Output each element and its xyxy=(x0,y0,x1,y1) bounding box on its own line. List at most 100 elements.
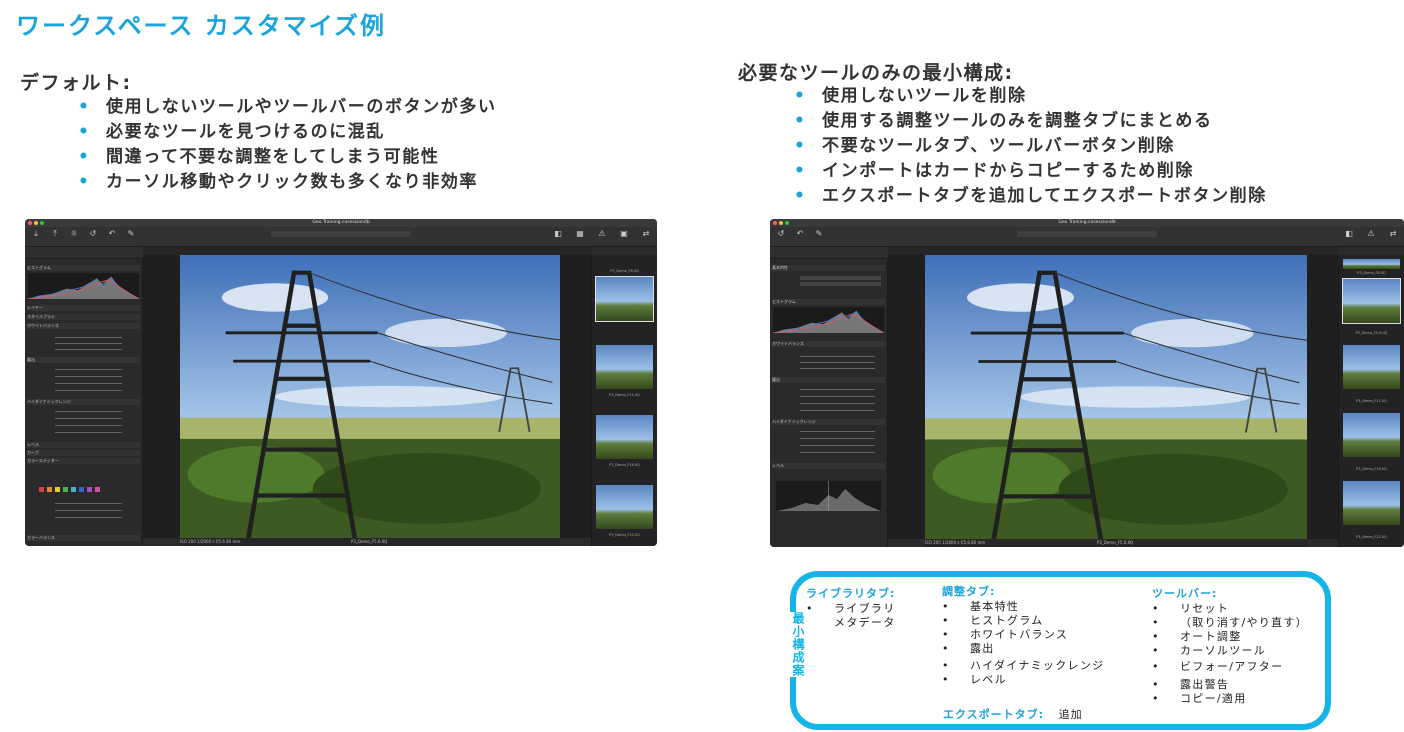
thumbnail[interactable] xyxy=(1343,345,1400,389)
import-icon[interactable]: ⤓ xyxy=(31,230,41,238)
tool-histogram[interactable]: ヒストグラム xyxy=(27,265,140,271)
viewer-toolbar xyxy=(888,247,1338,255)
tool-exposure[interactable]: 露出 xyxy=(772,377,885,383)
adjust-tab-heading: 調整タブ: xyxy=(942,585,996,598)
exposure-warning-icon[interactable]: ⚠ xyxy=(597,230,607,238)
thumbnail-label: P3_Demo_F16.IIQ xyxy=(609,463,640,467)
exposure-warning-icon[interactable]: ⚠ xyxy=(1366,230,1376,238)
list-item: • インポートはカードからコピーするため削除 xyxy=(794,161,1194,181)
photo-filename: P3_Demo_F5.6.IIQ xyxy=(1096,540,1134,545)
export-tab-value: 追加 xyxy=(1058,708,1083,721)
list-item: • カーソル移動やクリック数も多くなり非効率 xyxy=(78,172,478,192)
image-viewer[interactable] xyxy=(143,255,591,538)
list-item: • ハイダイナミックレンジ xyxy=(942,659,1105,672)
default-heading: デフォルト: xyxy=(20,72,132,94)
thumbnail-label: P3_Demo_F5.6.IIQ xyxy=(1355,331,1388,335)
thumbnail[interactable] xyxy=(596,415,653,459)
window-titlebar: Geo Training.cosessiondb xyxy=(25,219,657,227)
tool-levels[interactable]: レベル xyxy=(772,463,885,469)
thumbnail-label: P3_Demo_F8.IIQ xyxy=(610,269,639,273)
photo-info: ISO 200 1/2000 s f/5.6 80 mm xyxy=(925,540,986,545)
app-screenshot-default: Geo Training.cosessiondb ⤓ ⤒ ☼ ↺ ↶ ✎ ◧ ▦… xyxy=(25,219,657,546)
tool-white-balance[interactable]: ホワイトバランス xyxy=(772,341,885,347)
tool-exposure[interactable]: 露出 xyxy=(27,357,140,363)
auto-adjust-icon[interactable]: ✎ xyxy=(126,230,136,238)
list-item: • 露出警告 xyxy=(1152,678,1230,691)
app-screenshot-minimal: Geo Training.cosessiondb ↺ ↶ ✎ ◧ ⚠ ⇄ 基本特… xyxy=(770,219,1404,547)
list-item: メタデータ xyxy=(834,616,896,629)
list-item: • 使用しないツールを削除 xyxy=(794,86,1027,106)
histogram xyxy=(28,273,139,299)
list-item: • 間違って不要な調整をしてしまう可能性 xyxy=(78,147,440,167)
thumbnail[interactable] xyxy=(1343,413,1400,457)
tool-layers[interactable]: レイヤー xyxy=(27,305,140,311)
grid-icon[interactable]: ▦ xyxy=(575,230,585,238)
filmstrip: P3_Demo_F8.IIQ P3_Demo_F5.6.IIQ P3_Demo_… xyxy=(1338,255,1404,547)
tool-curve[interactable]: カーブ xyxy=(27,450,140,456)
cursor-tools[interactable] xyxy=(1017,231,1157,237)
before-after-icon[interactable]: ◧ xyxy=(1344,230,1354,238)
thumbnail-label: P3_Demo_F16.IIQ xyxy=(1356,467,1387,471)
library-tab-column: ライブラリタブ: • ライブラリ メタデータ xyxy=(806,585,896,630)
adjust-tab-column: 調整タブ: • 基本特性 • ヒストグラム • ホワイトバランス • 露出 • ハイダイナ… xyxy=(942,583,1104,687)
list-item: • コピー/適用 xyxy=(1152,692,1247,705)
print-icon[interactable]: ▣ xyxy=(619,230,629,238)
window-title: Geo Training.cosessiondb xyxy=(312,220,370,225)
thumbnail[interactable] xyxy=(596,345,653,389)
tool-panel: 基本特性 ヒストグラム ホワイトバランス 露出 ハイダイナミックレンジ レベル xyxy=(770,259,888,547)
viewer-footer: ISO 200 1/2000 s f/5.6 80 mm P3_Demo_F5.… xyxy=(180,538,560,546)
list-item: • （取り消す/やり直す） xyxy=(1152,616,1309,629)
toolbar: ↺ ↶ ✎ ◧ ⚠ ⇄ xyxy=(770,227,1404,247)
thumbnail-label: P3_Demo_F22.IIQ xyxy=(609,533,640,537)
undo-icon[interactable]: ↶ xyxy=(795,230,805,238)
export-tab-label: エクスポートタブ: xyxy=(943,708,1045,721)
thumbnail[interactable] xyxy=(1343,481,1400,525)
tool-hdr[interactable]: ハイダイナミックレンジ xyxy=(27,399,140,405)
list-item: • ライブラリ xyxy=(806,602,896,615)
before-after-icon[interactable]: ◧ xyxy=(553,230,563,238)
default-bullets: • 使用しないツールやツールバーのボタンが多い • 必要なツールを見つけるのに混乱 … xyxy=(78,95,497,195)
color-swatches[interactable] xyxy=(39,487,100,492)
viewer-footer: ISO 200 1/2000 s f/5.6 80 mm P3_Demo_F5.… xyxy=(925,539,1307,547)
copy-apply-icon[interactable]: ⇄ xyxy=(1388,230,1398,238)
thumbnail[interactable] xyxy=(1342,278,1401,324)
undo-icon[interactable]: ↶ xyxy=(107,230,117,238)
list-item: • ヒストグラム xyxy=(942,614,1044,627)
toolbar-column: ツールバー: • リセット • （取り消す/やり直す） • オート調整 • カーソルツー… xyxy=(1152,585,1308,706)
window-titlebar: Geo Training.cosessiondb xyxy=(770,219,1404,227)
levels-histogram xyxy=(776,481,881,511)
copy-apply-icon[interactable]: ⇄ xyxy=(641,230,651,238)
tool-tabs[interactable] xyxy=(770,247,888,259)
thumbnail[interactable] xyxy=(596,485,653,529)
photo-power-tower xyxy=(180,255,560,538)
list-item: • ビフォー/アフター xyxy=(1152,660,1284,673)
image-viewer[interactable] xyxy=(888,255,1338,539)
export-icon[interactable]: ⤒ xyxy=(50,230,60,238)
reset-icon[interactable]: ↺ xyxy=(88,230,98,238)
tool-color-editor[interactable]: カラーエディター xyxy=(27,458,140,464)
toolbar-heading: ツールバー: xyxy=(1152,587,1218,600)
list-item: • 基本特性 xyxy=(942,600,1020,613)
tool-style-brush[interactable]: スタイルブラシ xyxy=(27,314,140,320)
list-item: • リセット xyxy=(1152,602,1230,615)
list-item: • 使用する調整ツールのみを調整タブにまとめる xyxy=(794,111,1213,131)
tool-histogram[interactable]: ヒストグラム xyxy=(772,299,885,305)
list-item: • エクスポートタブを追加してエクスポートボタン削除 xyxy=(794,186,1267,206)
cursor-tools[interactable] xyxy=(271,231,411,237)
auto-adjust-icon[interactable]: ✎ xyxy=(814,230,824,238)
list-item: • カーソルツール xyxy=(1152,644,1267,657)
thumbnail-label: P3_Demo_F11.IIQ xyxy=(1356,399,1387,403)
histogram xyxy=(773,307,884,333)
list-item: • ホワイトバランス xyxy=(942,628,1069,641)
reset-icon[interactable]: ↺ xyxy=(776,230,786,238)
thumbnail[interactable] xyxy=(1343,259,1400,269)
tool-color-balance[interactable]: カラーバランス xyxy=(27,535,140,541)
tool-hdr[interactable]: ハイダイナミックレンジ xyxy=(772,419,885,425)
tool-tabs[interactable] xyxy=(25,247,143,259)
tool-levels[interactable]: レベル xyxy=(27,442,140,448)
thumbnail-label: P3_Demo_F11.IIQ xyxy=(609,393,640,397)
tool-base-characteristics[interactable]: 基本特性 xyxy=(772,265,885,271)
tool-white-balance[interactable]: ホワイトバランス xyxy=(27,323,140,329)
thumbnail[interactable] xyxy=(595,276,654,322)
live-icon[interactable]: ☼ xyxy=(69,230,79,238)
